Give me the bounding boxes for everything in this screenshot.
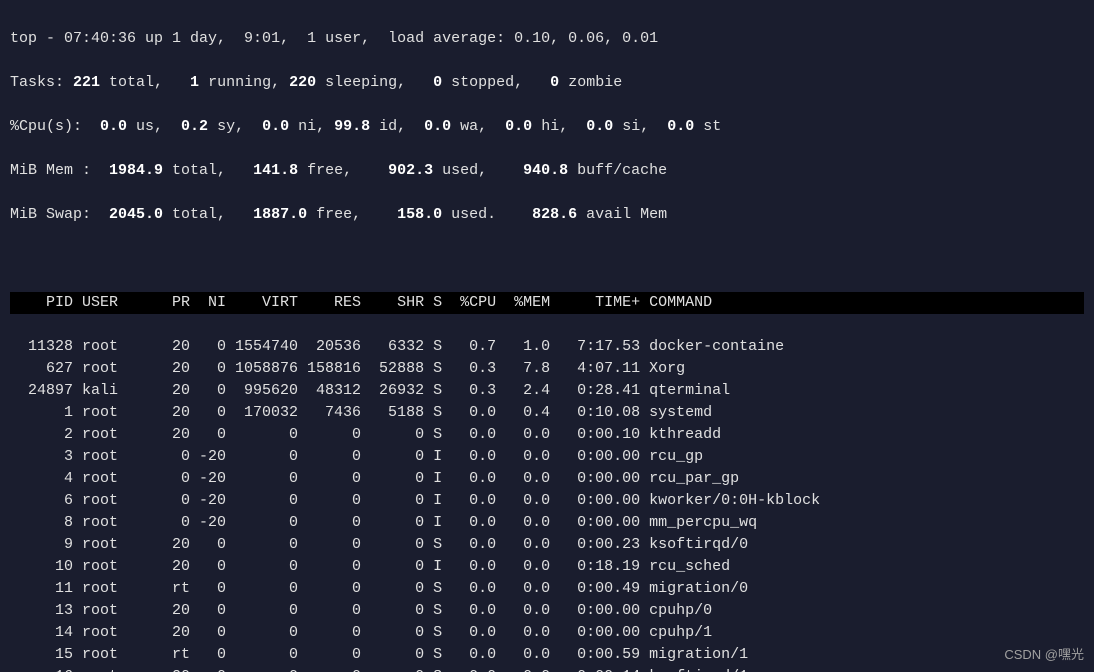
process-row: 1 root 20 0 170032 7436 5188 S 0.0 0.4 0… (10, 402, 1084, 424)
summary-line-tasks: Tasks: 221 total, 1 running, 220 sleepin… (10, 72, 1084, 94)
process-row: 2 root 20 0 0 0 0 S 0.0 0.0 0:00.10 kthr… (10, 424, 1084, 446)
process-row: 24897 kali 20 0 995620 48312 26932 S 0.3… (10, 380, 1084, 402)
process-row: 8 root 0 -20 0 0 0 I 0.0 0.0 0:00.00 mm_… (10, 512, 1084, 534)
process-row: 11328 root 20 0 1554740 20536 6332 S 0.7… (10, 336, 1084, 358)
process-list: 11328 root 20 0 1554740 20536 6332 S 0.7… (10, 336, 1084, 672)
process-row: 3 root 0 -20 0 0 0 I 0.0 0.0 0:00.00 rcu… (10, 446, 1084, 468)
process-row: 4 root 0 -20 0 0 0 I 0.0 0.0 0:00.00 rcu… (10, 468, 1084, 490)
summary-line-swap: MiB Swap: 2045.0 total, 1887.0 free, 158… (10, 204, 1084, 226)
process-row: 13 root 20 0 0 0 0 S 0.0 0.0 0:00.00 cpu… (10, 600, 1084, 622)
blank-line (10, 248, 1084, 270)
process-row: 14 root 20 0 0 0 0 S 0.0 0.0 0:00.00 cpu… (10, 622, 1084, 644)
process-row: 627 root 20 0 1058876 158816 52888 S 0.3… (10, 358, 1084, 380)
summary-line-1: top - 07:40:36 up 1 day, 9:01, 1 user, l… (10, 28, 1084, 50)
process-row: 16 root 20 0 0 0 0 S 0.0 0.0 0:00.14 kso… (10, 666, 1084, 672)
process-row: 11 root rt 0 0 0 0 S 0.0 0.0 0:00.49 mig… (10, 578, 1084, 600)
summary-line-cpu: %Cpu(s): 0.0 us, 0.2 sy, 0.0 ni, 99.8 id… (10, 116, 1084, 138)
process-row: 9 root 20 0 0 0 0 S 0.0 0.0 0:00.23 ksof… (10, 534, 1084, 556)
column-headers: PID USER PR NI VIRT RES SHR S %CPU %MEM … (10, 292, 1084, 314)
process-row: 6 root 0 -20 0 0 0 I 0.0 0.0 0:00.00 kwo… (10, 490, 1084, 512)
summary-line-mem: MiB Mem : 1984.9 total, 141.8 free, 902.… (10, 160, 1084, 182)
watermark: CSDN @嘿光 (1004, 644, 1084, 666)
terminal-output[interactable]: top - 07:40:36 up 1 day, 9:01, 1 user, l… (0, 0, 1094, 672)
process-row: 15 root rt 0 0 0 0 S 0.0 0.0 0:00.59 mig… (10, 644, 1084, 666)
process-row: 10 root 20 0 0 0 0 I 0.0 0.0 0:18.19 rcu… (10, 556, 1084, 578)
